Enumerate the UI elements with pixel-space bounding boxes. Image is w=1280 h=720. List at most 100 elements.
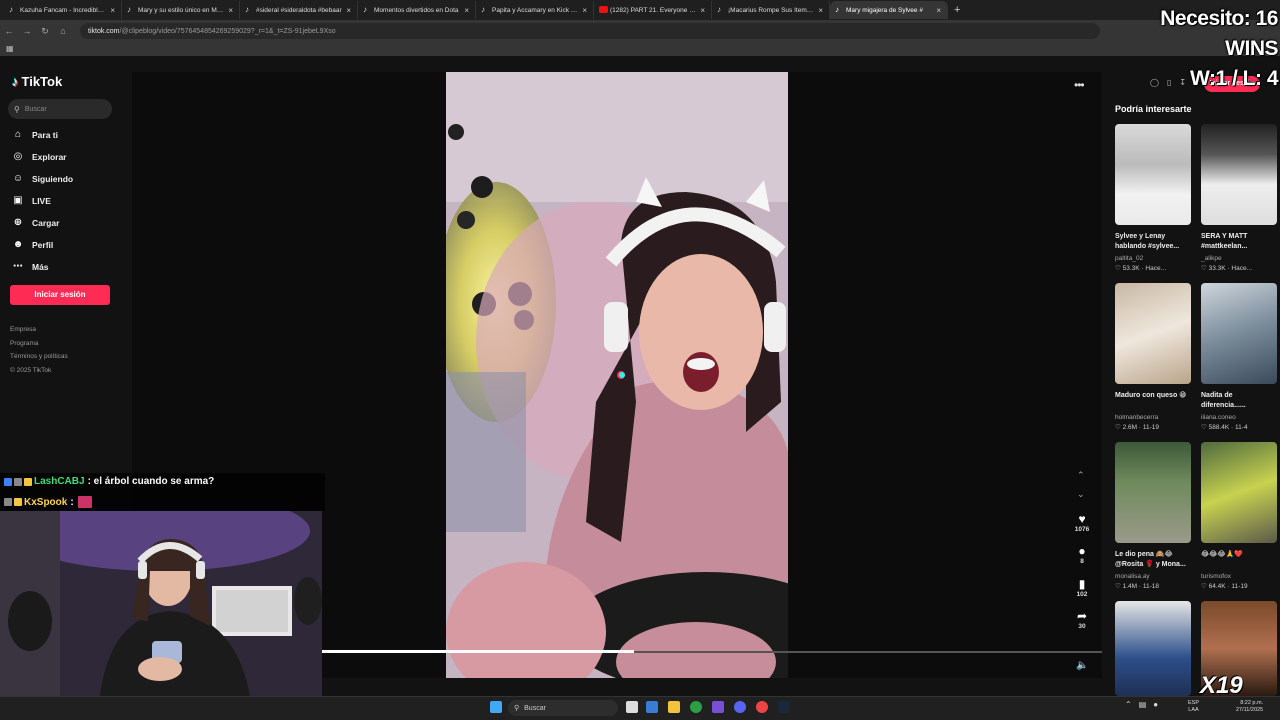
video-author[interactable]: _alikpe	[1201, 255, 1277, 262]
video-thumbnail[interactable]	[1115, 124, 1191, 225]
recommended-video[interactable]: Maduro con queso 😁 holmanbecerra ♡ 2.6M · …	[1115, 283, 1191, 431]
recommended-video[interactable]: SERA Y MATT #mattkeelan... _alikpe ♡ 33.3K…	[1201, 124, 1277, 272]
search-input[interactable]: ⚲ Buscar	[8, 99, 112, 119]
video-thumbnail[interactable]	[1115, 442, 1191, 543]
close-icon[interactable]: ×	[700, 6, 705, 15]
save-count: 102	[1076, 591, 1088, 598]
apps-grid-icon[interactable]: ▦	[6, 45, 14, 53]
recommended-video[interactable]: Nadita de diferencia...... iliana.coneo ♡ …	[1201, 283, 1277, 431]
file-explorer-icon[interactable]	[668, 701, 680, 713]
more-options-icon[interactable]: •••	[1074, 78, 1085, 92]
windows-start-icon[interactable]	[490, 701, 502, 713]
close-icon[interactable]: ×	[464, 6, 469, 15]
sidebar-item[interactable]: ⋯ Más	[12, 261, 49, 272]
browser-tab[interactable]: ♪ Mary y su estilo único en Mary ×	[122, 1, 240, 19]
video-thumbnail[interactable]	[1201, 442, 1277, 543]
video-date: 11-18	[1142, 583, 1160, 590]
url-field[interactable]: tiktok.com/@clipeblog/video/757645485426…	[80, 23, 1100, 39]
sidebar-item[interactable]: ⌂ Para ti	[12, 129, 58, 140]
video-date: Hace...	[1231, 265, 1253, 272]
close-icon[interactable]: ×	[110, 6, 115, 15]
search-placeholder: Buscar	[24, 105, 47, 113]
new-tab-icon[interactable]: +	[954, 4, 960, 16]
close-icon[interactable]: ×	[582, 6, 587, 15]
login-button[interactable]: Iniciar sesión	[10, 285, 110, 305]
sidebar-item[interactable]: ☻ Perfil	[12, 239, 54, 250]
sidebar-item[interactable]: ☺ Siguiendo	[12, 173, 73, 184]
video-author[interactable]: holmanbecerra	[1115, 414, 1191, 421]
chevron-up-icon[interactable]: ⌃	[1125, 700, 1132, 709]
like-action[interactable]: ♥ 1076	[1068, 512, 1096, 533]
language-indicator[interactable]: ESP LAA	[1188, 700, 1199, 714]
video-author[interactable]: turismofox	[1201, 573, 1277, 580]
tiktok-logo[interactable]: ♪ TikTok	[12, 74, 62, 89]
video-thumbnail[interactable]	[1201, 124, 1277, 225]
sidebar-item[interactable]: ▣ LIVE	[12, 195, 51, 206]
copilot-icon[interactable]	[646, 701, 658, 713]
comment-count: 8	[1080, 558, 1084, 565]
app-icon[interactable]	[712, 701, 724, 713]
browser-tab[interactable]: ♪ Kazuha Fancam - Incredibly Ho ×	[4, 1, 122, 19]
browser-tab[interactable]: ♪ Mary migajera de Sylvee # ×	[830, 1, 948, 19]
recommended-video[interactable]: Sylvee y Lenay hablando #sylvee... paltit…	[1115, 124, 1191, 272]
share-icon: ➦	[1076, 609, 1088, 623]
footer-link[interactable]: Empresa	[10, 326, 36, 333]
video-player[interactable]	[446, 72, 788, 678]
footer-link[interactable]: Términos y políticas	[10, 353, 68, 360]
close-icon[interactable]: ×	[346, 6, 351, 15]
browser-tab[interactable]: ♪ #sideral #sideraldota #bebaar ×	[240, 1, 358, 19]
chat-username: KxSpook	[24, 496, 68, 508]
browser-tab[interactable]: ♪ Momentos divertidos en Dota ×	[358, 1, 476, 19]
volume-icon[interactable]: 🔈	[1076, 660, 1088, 671]
video-stats: ♡ 2.6M · 11-19	[1115, 423, 1191, 431]
close-icon[interactable]: ×	[936, 6, 941, 15]
share-action[interactable]: ➦ 30	[1068, 609, 1096, 630]
video-author[interactable]: monalisa.ay	[1115, 573, 1191, 580]
tab-title: Mary y su estilo único en Mary	[138, 6, 225, 14]
video-likes: 2.6M	[1122, 424, 1138, 431]
close-icon[interactable]: ×	[228, 6, 233, 15]
tab-title: Kazuha Fancam - Incredibly Ho	[20, 6, 107, 14]
bookmark-icon: ▮	[1078, 577, 1086, 591]
video-author[interactable]: iliana.coneo	[1201, 414, 1277, 421]
forward-icon[interactable]: →	[18, 26, 36, 36]
chevron-down-icon[interactable]: ⌄	[1077, 489, 1085, 500]
browser-tab[interactable]: ♪ Papita y Accamary en Kick Perú ×	[476, 1, 594, 19]
task-view-icon[interactable]	[626, 701, 638, 713]
steam-icon[interactable]	[778, 701, 790, 713]
tab-title: Papita y Accamary en Kick Perú	[492, 6, 579, 14]
tiktok-icon: ♪	[717, 5, 721, 14]
recommended-video[interactable]: Le dio pena 🙈😂 @Rosita 🌹 y Mona... monali…	[1115, 442, 1191, 590]
app-tray-icon[interactable]: ●	[1153, 700, 1158, 709]
save-action[interactable]: ▮ 102	[1068, 577, 1096, 598]
back-icon[interactable]: ←	[0, 26, 18, 36]
discord-icon[interactable]	[734, 701, 746, 713]
browser-tab[interactable]: ♪ ¡Macarius Rompe Sus Items de ×	[712, 1, 830, 19]
crown-icon	[24, 477, 32, 486]
recommended-video[interactable]: 😂😂😂🙏❤️ turismofox ♡ 64.4K · 11-19	[1201, 442, 1277, 590]
chevron-up-icon[interactable]: ⌃	[1077, 470, 1085, 481]
close-icon[interactable]: ×	[818, 6, 823, 15]
video-thumbnail[interactable]	[1115, 601, 1191, 696]
browser-tab[interactable]: (1282) PART 21. Everyone loves ×	[594, 1, 712, 19]
obs-icon[interactable]	[756, 701, 768, 713]
home-icon[interactable]: ⌂	[54, 26, 72, 36]
comment-action[interactable]: ● 8	[1068, 544, 1096, 565]
chrome-icon[interactable]	[690, 701, 702, 713]
progress-fill	[322, 650, 634, 653]
upload-icon: ⊕	[13, 217, 23, 228]
video-date: 11-4	[1235, 424, 1248, 431]
taskbar-clock[interactable]: 8:22 p.m. 27/11/2025	[1236, 700, 1263, 714]
tiktok-icon: ♪	[9, 5, 13, 14]
sidebar-item[interactable]: ◎ Explorar	[12, 151, 67, 162]
video-thumbnail[interactable]	[1201, 283, 1277, 384]
video-author[interactable]: paltita_02	[1115, 255, 1191, 262]
sidebar-item[interactable]: ⊕ Cargar	[12, 217, 60, 228]
reload-icon[interactable]: ↻	[36, 26, 54, 37]
taskbar-search[interactable]: ⚲ Buscar	[508, 700, 618, 716]
video-thumbnail[interactable]	[1115, 283, 1191, 384]
video-stats: ♡ 33.3K · Hace...	[1201, 264, 1277, 272]
network-icon[interactable]: ▤	[1139, 700, 1147, 709]
footer-link[interactable]: Programa	[10, 340, 39, 347]
following-icon: ☺	[12, 173, 24, 184]
